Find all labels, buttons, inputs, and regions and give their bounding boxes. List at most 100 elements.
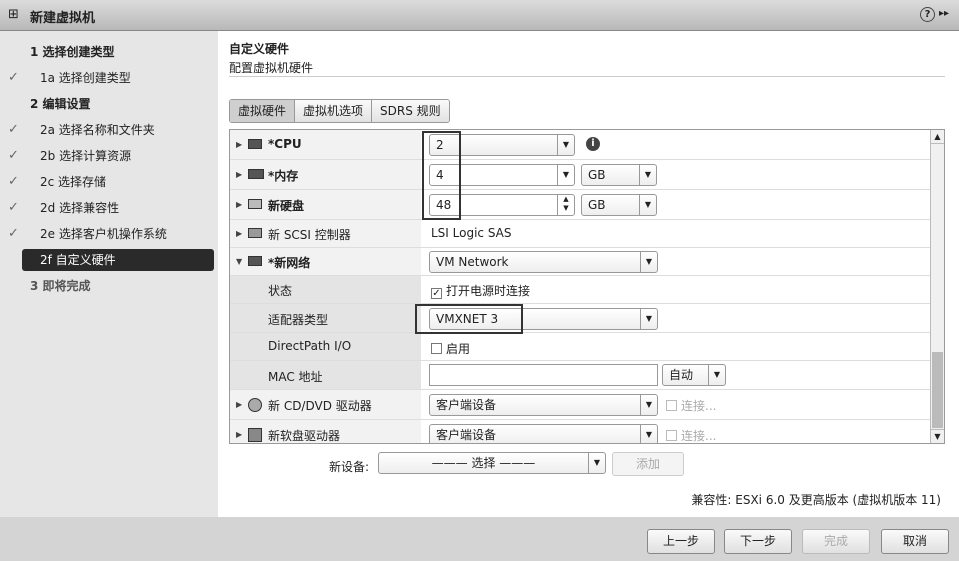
row-status: 状态 ✓ 打开电源时连接: [230, 276, 930, 304]
next-button[interactable]: 下一步: [724, 529, 792, 554]
finish-button[interactable]: 完成: [802, 529, 870, 554]
floppy-icon: [248, 428, 262, 442]
wizard-step[interactable]: ✓ 2c 选择存储: [0, 171, 218, 193]
wizard-steps: 1 选择创建类型 ✓ 1a 选择创建类型 2 编辑设置 ✓ 2a 选择名称和文件夹 ✓ 2b …: [0, 31, 218, 517]
expand-arrow-icon[interactable]: ▶: [236, 140, 242, 149]
tab-vm-options[interactable]: 虚拟机选项: [295, 100, 373, 122]
wizard-step[interactable]: ✓ 2d 选择兼容性: [0, 197, 218, 219]
floppy-select[interactable]: 客户端设备 ▼: [429, 424, 658, 443]
footer: 上一步 下一步 完成 取消: [0, 517, 959, 561]
directpath-enable-checkbox[interactable]: 启用: [431, 340, 470, 357]
check-icon: ✓: [8, 200, 19, 215]
tab-virtual-hardware[interactable]: 虚拟硬件: [230, 100, 296, 122]
cddvd-select[interactable]: 客户端设备 ▼: [429, 394, 658, 416]
row-scsi: ▶ 新 SCSI 控制器 LSI Logic SAS: [230, 220, 930, 248]
cancel-button[interactable]: 取消: [881, 529, 949, 554]
expand-arrow-icon[interactable]: ▶: [236, 200, 242, 209]
row-mac: MAC 地址 自动 ▼: [230, 361, 930, 390]
wizard-step[interactable]: ✓ 2b 选择计算资源: [0, 145, 218, 167]
disk-unit-select[interactable]: GB ▼: [581, 194, 657, 216]
new-device-label: 新设备:: [329, 460, 370, 474]
cddvd-connect-checkbox[interactable]: 连接...: [666, 397, 716, 414]
connect-at-power-on-checkbox[interactable]: ✓ 打开电源时连接: [431, 282, 530, 299]
wizard-step-label: 2d 选择兼容性: [40, 201, 120, 215]
memory-unit-select[interactable]: GB ▼: [581, 164, 657, 186]
expand-arrow-icon[interactable]: ▶: [236, 170, 242, 179]
wizard-step[interactable]: 3 即将完成: [0, 275, 218, 297]
disk-label: 新硬盘: [268, 199, 305, 213]
expand-icon[interactable]: ▸▸: [939, 8, 949, 19]
scsi-icon: [248, 228, 262, 238]
expand-arrow-icon[interactable]: ▶: [236, 229, 242, 238]
wizard-step[interactable]: ✓ 1a 选择创建类型: [0, 67, 218, 89]
scrollbar[interactable]: ▲ ▼: [930, 130, 944, 443]
row-memory: ▶ *内存 4 ▼ GB ▼: [230, 160, 930, 190]
wizard-step-label: 2c 选择存储: [40, 175, 107, 189]
memory-label: *内存: [268, 169, 299, 183]
tab-sdrs-rules[interactable]: SDRS 规则: [372, 100, 449, 122]
check-icon: ✓: [8, 122, 19, 137]
divider: [229, 76, 945, 77]
row-disk: ▶ 新硬盘 48 ▲ ▼ GB ▼: [230, 190, 930, 220]
tab-bar: 虚拟硬件 虚拟机选项 SDRS 规则: [229, 99, 450, 123]
directpath-label: DirectPath I/O: [268, 339, 352, 353]
network-label: *新网络: [268, 256, 311, 270]
help-icon[interactable]: ?: [920, 7, 935, 22]
chevron-down-icon: ▼: [557, 135, 574, 155]
new-device-select[interactable]: ——— 选择 ——— ▼: [378, 452, 606, 474]
wizard-step-label: 1a 选择创建类型: [40, 71, 131, 85]
wizard-step[interactable]: 1 选择创建类型: [0, 41, 218, 63]
window-title: 新建虚拟机: [30, 11, 96, 26]
hardware-grid: ▶ *CPU 2 ▼ i ▶ *内存 4 ▼ GB ▼ ▶ 新硬盘 48 ▲ ▼ GB ▼ ▶ 新 …: [229, 129, 945, 444]
wizard-step[interactable]: 2f 自定义硬件: [22, 249, 214, 271]
cddvd-label: 新 CD/DVD 驱动器: [268, 399, 372, 413]
row-adapter: 适配器类型 VMXNET 3 ▼: [230, 304, 930, 333]
title-bar: ⊞ 新建虚拟机 ? ▸▸: [0, 0, 959, 31]
status-label: 状态: [268, 284, 293, 298]
cpu-label: *CPU: [268, 137, 302, 151]
disk-icon: [248, 199, 262, 209]
highlight-box: [422, 131, 461, 220]
wizard-step[interactable]: ✓ 2a 选择名称和文件夹: [0, 119, 218, 141]
expand-arrow-icon[interactable]: ▶: [236, 430, 242, 439]
wizard-step-label: 2a 选择名称和文件夹: [40, 123, 155, 137]
mac-address-input[interactable]: [429, 364, 658, 386]
highlight-box: [415, 304, 523, 334]
check-icon: ✓: [8, 70, 19, 85]
page-subtitle: 配置虚拟机硬件: [229, 61, 314, 75]
wizard-step-label: 2b 选择计算资源: [40, 149, 132, 163]
scsi-value: LSI Logic SAS: [431, 226, 512, 240]
scsi-label: 新 SCSI 控制器: [268, 228, 351, 242]
page-header: 自定义硬件 配置虚拟机硬件: [229, 40, 313, 76]
check-icon: ✓: [8, 226, 19, 241]
back-button[interactable]: 上一步: [647, 529, 715, 554]
page-title: 自定义硬件: [229, 42, 290, 56]
vm-icon: ⊞: [8, 7, 19, 22]
network-select[interactable]: VM Network ▼: [429, 251, 658, 273]
add-device-button[interactable]: 添加: [612, 452, 684, 476]
wizard-step-label: 2 编辑设置: [30, 97, 91, 111]
check-icon: ✓: [8, 174, 19, 189]
wizard-step[interactable]: ✓ 2e 选择客户机操作系统: [0, 223, 218, 245]
wizard-step[interactable]: 2 编辑设置: [0, 93, 218, 115]
row-cpu: ▶ *CPU 2 ▼ i: [230, 130, 930, 160]
row-directpath: DirectPath I/O 启用: [230, 333, 930, 361]
wizard-step-label: 2e 选择客户机操作系统: [40, 227, 167, 241]
cpu-icon: [248, 139, 262, 149]
adapter-label: 适配器类型: [268, 313, 329, 327]
wizard-step-label: 3 即将完成: [30, 279, 91, 293]
row-cddvd: ▶ 新 CD/DVD 驱动器 客户端设备 ▼ 连接...: [230, 390, 930, 420]
row-floppy: ▶ 新软盘驱动器 客户端设备 ▼ 连接...: [230, 420, 930, 443]
cd-icon: [248, 398, 262, 412]
network-icon: [248, 256, 262, 266]
mac-mode-select[interactable]: 自动 ▼: [662, 364, 726, 386]
check-icon: ✓: [8, 148, 19, 163]
expand-arrow-icon[interactable]: ▶: [236, 400, 242, 409]
collapse-arrow-icon[interactable]: ▼: [236, 257, 242, 266]
floppy-label: 新软盘驱动器: [268, 429, 341, 443]
floppy-connect-checkbox[interactable]: 连接...: [666, 427, 716, 443]
wizard-step-label: 2f 自定义硬件: [40, 253, 116, 267]
row-network: ▼ *新网络 VM Network ▼: [230, 248, 930, 276]
info-icon[interactable]: i: [586, 137, 600, 151]
memory-icon: [248, 169, 264, 179]
